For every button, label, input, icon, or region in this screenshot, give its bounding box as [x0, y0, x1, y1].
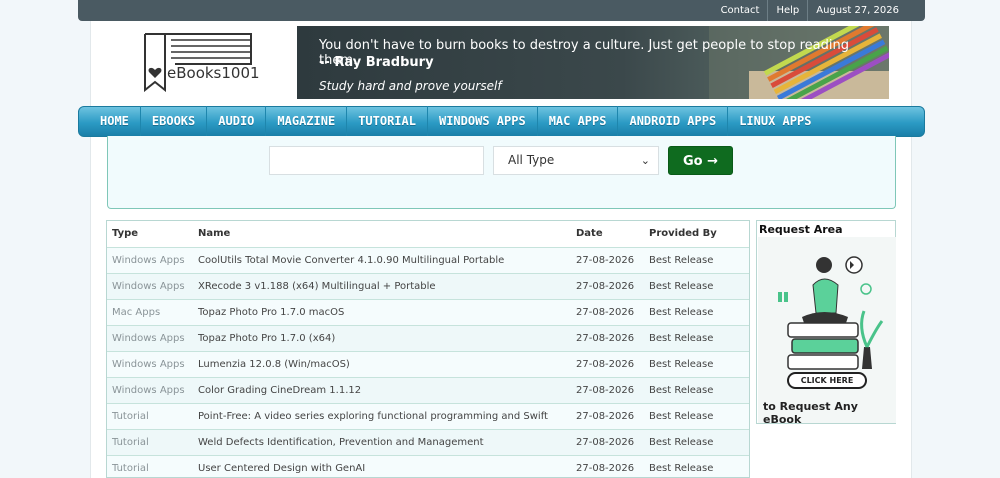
table-row[interactable]: Mac Apps Topaz Photo Pro 1.7.0 macOS 27-…	[107, 300, 749, 326]
top-bar: Contact Help August 27, 2026	[78, 0, 925, 21]
row-provider[interactable]: Best Release	[649, 404, 713, 430]
row-name[interactable]: XRecode 3 v1.188 (x64) Multilingual + Po…	[198, 274, 436, 300]
row-provider[interactable]: Best Release	[649, 352, 713, 378]
table-row[interactable]: Tutorial Point-Free: A video series expl…	[107, 404, 749, 430]
row-date: 27-08-2026	[576, 281, 635, 292]
row-provider[interactable]: Best Release	[649, 456, 713, 477]
quote-banner: You don't have to burn books to destroy …	[297, 26, 889, 99]
type-select-value: All Type	[508, 153, 555, 167]
banner-tagline: Study hard and prove yourself	[319, 79, 502, 93]
go-button[interactable]: Go →	[668, 146, 733, 175]
row-type[interactable]: Windows Apps	[112, 326, 185, 352]
row-type[interactable]: Tutorial	[112, 456, 149, 477]
row-date: 27-08-2026	[576, 255, 635, 266]
header-provider: Provided By	[649, 228, 717, 239]
row-name[interactable]: Topaz Photo Pro 1.7.0 (x64)	[198, 326, 335, 352]
row-type[interactable]: Tutorial	[112, 430, 149, 456]
top-links: Contact Help August 27, 2026	[713, 0, 907, 21]
nav-linux-apps[interactable]: LINUX APPS	[728, 106, 822, 137]
table-row[interactable]: Windows Apps XRecode 3 v1.188 (x64) Mult…	[107, 274, 749, 300]
row-name[interactable]: Lumenzia 12.0.8 (Win/macOS)	[198, 352, 350, 378]
nav-magazine[interactable]: MAGAZINE	[266, 106, 348, 137]
logo-text: eBooks1001	[167, 64, 260, 82]
site-logo[interactable]: eBooks1001	[135, 30, 260, 93]
table-row[interactable]: Windows Apps Topaz Photo Pro 1.7.0 (x64)…	[107, 326, 749, 352]
header-name: Name	[198, 228, 231, 239]
table-row[interactable]: Tutorial Weld Defects Identification, Pr…	[107, 430, 749, 456]
banner-author: -- Ray Bradbury	[319, 55, 434, 70]
contact-link[interactable]: Contact	[713, 0, 768, 21]
click-here-button[interactable]: CLICK HERE	[787, 372, 867, 389]
request-area[interactable]: Request Area CLICK HERE to Request Any e…	[756, 220, 896, 426]
main-nav: HOME EBOOKS AUDIO MAGAZINE TUTORIAL WIND…	[78, 106, 925, 137]
reading-girl-icon	[758, 237, 896, 423]
current-date: August 27, 2026	[807, 0, 907, 21]
search-input[interactable]	[269, 146, 484, 175]
table-row[interactable]: Tutorial User Centered Design with GenAI…	[107, 456, 749, 477]
nav-ebooks[interactable]: EBOOKS	[141, 106, 208, 137]
row-provider[interactable]: Best Release	[649, 248, 713, 274]
listing-table: Type Name Date Provided By Windows Apps …	[106, 220, 750, 478]
nav-mac-apps[interactable]: MAC APPS	[538, 106, 619, 137]
row-type[interactable]: Windows Apps	[112, 248, 185, 274]
row-date: 27-08-2026	[576, 385, 635, 396]
row-type[interactable]: Windows Apps	[112, 378, 185, 404]
row-name[interactable]: Topaz Photo Pro 1.7.0 macOS	[198, 300, 344, 326]
row-date: 27-08-2026	[576, 307, 635, 318]
row-date: 27-08-2026	[576, 437, 635, 448]
row-date: 27-08-2026	[576, 463, 635, 474]
table-row[interactable]: Windows Apps CoolUtils Total Movie Conve…	[107, 248, 749, 274]
row-name[interactable]: Weld Defects Identification, Prevention …	[198, 430, 484, 456]
nav-tutorial[interactable]: TUTORIAL	[347, 106, 428, 137]
table-row[interactable]: Windows Apps Lumenzia 12.0.8 (Win/macOS)…	[107, 352, 749, 378]
row-provider[interactable]: Best Release	[649, 274, 713, 300]
table-header: Type Name Date Provided By	[107, 221, 749, 248]
nav-audio[interactable]: AUDIO	[207, 106, 267, 137]
table-row[interactable]: Windows Apps Color Grading CineDream 1.1…	[107, 378, 749, 404]
type-select[interactable]: All Type ⌄	[493, 146, 659, 175]
row-date: 27-08-2026	[576, 411, 635, 422]
row-type[interactable]: Windows Apps	[112, 352, 185, 378]
row-type[interactable]: Tutorial	[112, 404, 149, 430]
row-provider[interactable]: Best Release	[649, 430, 713, 456]
row-name[interactable]: CoolUtils Total Movie Converter 4.1.0.90…	[198, 248, 504, 274]
help-link[interactable]: Help	[767, 0, 807, 21]
row-provider[interactable]: Best Release	[649, 326, 713, 352]
row-name[interactable]: Point-Free: A video series exploring fun…	[198, 404, 548, 430]
row-type[interactable]: Mac Apps	[112, 300, 160, 326]
nav-windows-apps[interactable]: WINDOWS APPS	[428, 106, 538, 137]
row-name[interactable]: Color Grading CineDream 1.1.12	[198, 378, 361, 404]
book-logo-icon	[144, 33, 252, 93]
row-provider[interactable]: Best Release	[649, 378, 713, 404]
row-date: 27-08-2026	[576, 333, 635, 344]
header-type: Type	[112, 228, 139, 239]
header-date: Date	[576, 228, 603, 239]
row-provider[interactable]: Best Release	[649, 300, 713, 326]
request-title: Request Area	[759, 223, 843, 236]
row-type[interactable]: Windows Apps	[112, 274, 185, 300]
row-date: 27-08-2026	[576, 359, 635, 370]
request-cta[interactable]: to Request Any eBook	[763, 400, 895, 426]
nav-home[interactable]: HOME	[89, 106, 141, 137]
nav-android-apps[interactable]: ANDROID APPS	[618, 106, 729, 137]
row-name[interactable]: User Centered Design with GenAI	[198, 456, 365, 477]
chevron-down-icon: ⌄	[640, 154, 650, 167]
